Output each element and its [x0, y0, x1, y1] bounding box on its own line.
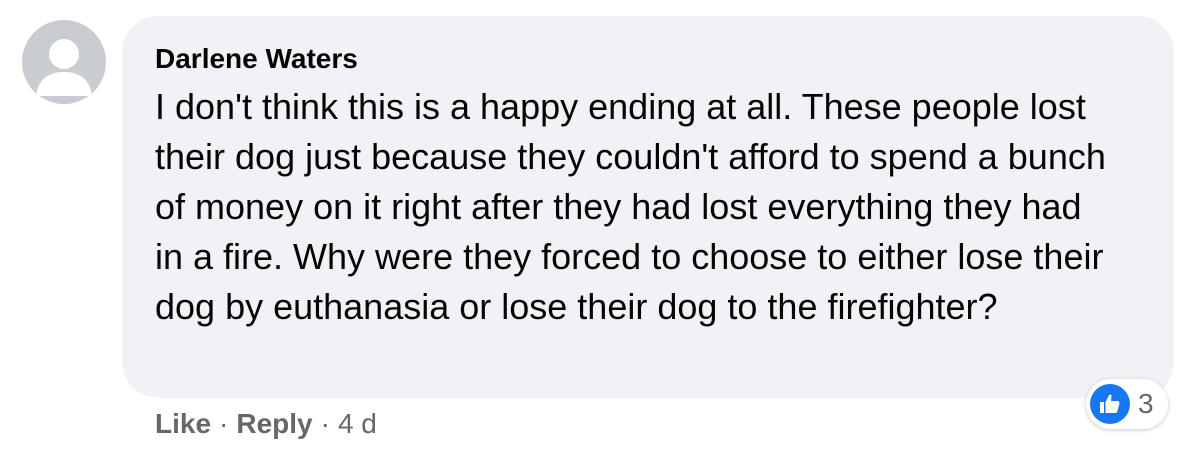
author-name[interactable]: Darlene Waters	[155, 42, 1144, 76]
reaction-count: 3	[1138, 388, 1154, 419]
comment: Darlene Waters I don't think this is a h…	[0, 0, 1200, 455]
like-reaction-icon	[1090, 384, 1130, 424]
separator: ·	[320, 408, 330, 439]
separator: ·	[219, 408, 229, 439]
timestamp[interactable]: 4 d	[338, 408, 377, 440]
comment-text: I don't think this is a happy ending at …	[155, 86, 1106, 327]
avatar[interactable]	[22, 20, 106, 104]
default-profile-icon	[36, 39, 92, 96]
comment-actions: Like · Reply · 4 d	[155, 402, 377, 446]
reply-button[interactable]: Reply	[236, 408, 312, 440]
reaction-summary[interactable]: 3	[1086, 379, 1168, 429]
comment-bubble: Darlene Waters I don't think this is a h…	[122, 16, 1174, 398]
like-button[interactable]: Like	[155, 408, 211, 440]
